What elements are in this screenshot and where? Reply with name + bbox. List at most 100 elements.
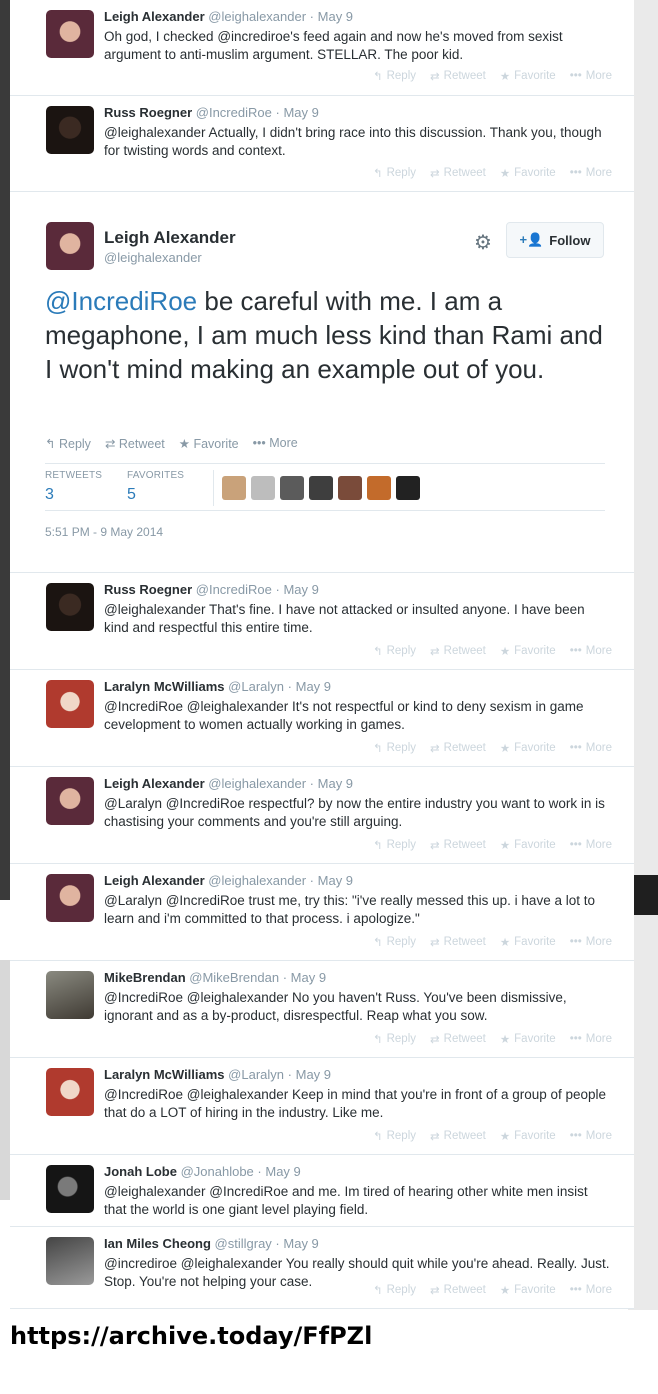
favorite-action[interactable]: ★ Favorite xyxy=(500,838,556,852)
avatar[interactable] xyxy=(46,680,94,728)
reply-action[interactable]: ↰ Reply xyxy=(373,644,416,658)
favorite-action[interactable]: ★ Favorite xyxy=(500,1129,556,1143)
favoriter-avatar[interactable] xyxy=(251,476,275,500)
favorite-action[interactable]: ★ Favorite xyxy=(500,1283,556,1297)
avatar[interactable] xyxy=(46,971,94,1019)
reply-action[interactable]: ↰ Reply xyxy=(373,1032,416,1046)
favorite-action[interactable]: ★ Favorite xyxy=(500,1032,556,1046)
tweet-author-name[interactable]: Russ Roegner xyxy=(104,105,192,120)
favorite-action[interactable]: ★ Favorite xyxy=(500,166,556,180)
more-action[interactable]: ••• More xyxy=(570,69,612,83)
more-action[interactable]: ••• More xyxy=(570,644,612,658)
reply-action[interactable]: ↰ Reply xyxy=(373,741,416,755)
retweet-action[interactable]: ⇄ Retweet xyxy=(430,1032,486,1046)
tweet-date[interactable]: May 9 xyxy=(265,1164,300,1179)
main-author-handle[interactable]: @leighalexander xyxy=(104,250,202,265)
avatar[interactable] xyxy=(46,1237,94,1285)
main-author-name[interactable]: Leigh Alexander xyxy=(104,228,236,248)
favoriter-avatar[interactable] xyxy=(396,476,420,500)
retweet-action[interactable]: ⇄ Retweet xyxy=(430,838,486,852)
more-action[interactable]: ••• More xyxy=(570,741,612,755)
favoriter-avatar[interactable] xyxy=(367,476,391,500)
gear-icon[interactable]: ⚙ xyxy=(474,230,492,255)
retweet-action[interactable]: ⇄ Retweet xyxy=(430,69,486,83)
avatar[interactable] xyxy=(46,874,94,922)
reply-action[interactable]: ↰ Reply xyxy=(45,436,91,451)
avatar[interactable] xyxy=(46,777,94,825)
more-action[interactable]: ••• More xyxy=(570,1129,612,1143)
tweet-item[interactable]: MikeBrendan @MikeBrendan · May 9 @Incred… xyxy=(10,961,634,1058)
follow-button[interactable]: +👤 Follow xyxy=(506,222,604,258)
tweet-item[interactable]: Jonah Lobe @Jonahlobe · May 9 @leighalex… xyxy=(10,1155,634,1227)
reply-action[interactable]: ↰ Reply xyxy=(373,69,416,83)
retweets-stat[interactable]: RETWEETS 3 xyxy=(45,470,102,504)
tweet-date[interactable]: May 9 xyxy=(318,9,353,24)
favorite-action[interactable]: ★ Favorite xyxy=(500,69,556,83)
tweet-item[interactable]: Leigh Alexander @leighalexander · May 9 … xyxy=(10,767,634,864)
tweet-item[interactable]: Ian Miles Cheong @stillgray · May 9 @inc… xyxy=(10,1227,634,1309)
tweet-author-handle[interactable]: @leighalexander xyxy=(208,776,306,791)
retweet-action[interactable]: ⇄ Retweet xyxy=(430,1129,486,1143)
tweet-item[interactable]: Russ Roegner @IncrediRoe · May 9 @leigha… xyxy=(10,96,634,192)
more-action[interactable]: ••• More xyxy=(570,1032,612,1046)
avatar[interactable] xyxy=(46,222,94,270)
tweet-item[interactable]: Leigh Alexander @leighalexander · May 9 … xyxy=(10,0,634,96)
favoriter-avatar[interactable] xyxy=(222,476,246,500)
retweet-action[interactable]: ⇄ Retweet xyxy=(430,1283,486,1297)
more-action[interactable]: ••• More xyxy=(570,166,612,180)
avatar[interactable] xyxy=(46,106,94,154)
tweet-author-name[interactable]: Jonah Lobe xyxy=(104,1164,177,1179)
mention-link[interactable]: @IncrediRoe xyxy=(45,286,197,316)
tweet-author-handle[interactable]: @leighalexander xyxy=(208,873,306,888)
favorite-action[interactable]: ★ Favorite xyxy=(500,741,556,755)
tweet-item[interactable]: Laralyn McWilliams @Laralyn · May 9 @Inc… xyxy=(10,670,634,767)
tweet-date[interactable]: May 9 xyxy=(318,776,353,791)
tweet-date[interactable]: May 9 xyxy=(291,970,326,985)
reply-action[interactable]: ↰ Reply xyxy=(373,838,416,852)
tweet-date[interactable]: May 9 xyxy=(296,679,331,694)
favorite-action[interactable]: ★ Favorite xyxy=(500,935,556,949)
tweet-date[interactable]: May 9 xyxy=(296,1067,331,1082)
main-tweet-timestamp[interactable]: 5:51 PM - 9 May 2014 xyxy=(45,525,163,539)
favoriter-avatar[interactable] xyxy=(338,476,362,500)
more-action[interactable]: ••• More xyxy=(570,935,612,949)
favoriter-avatar[interactable] xyxy=(280,476,304,500)
tweet-author-name[interactable]: Leigh Alexander xyxy=(104,9,205,24)
tweet-author-name[interactable]: Ian Miles Cheong xyxy=(104,1236,211,1251)
tweet-date[interactable]: May 9 xyxy=(283,105,318,120)
tweet-author-handle[interactable]: @stillgray xyxy=(215,1236,272,1251)
retweet-action[interactable]: ⇄ Retweet xyxy=(430,644,486,658)
reply-action[interactable]: ↰ Reply xyxy=(373,935,416,949)
favorite-action[interactable]: ★ Favorite xyxy=(500,644,556,658)
tweet-author-handle[interactable]: @Laralyn xyxy=(228,679,284,694)
tweet-author-name[interactable]: Leigh Alexander xyxy=(104,873,205,888)
avatar[interactable] xyxy=(46,583,94,631)
reply-action[interactable]: ↰ Reply xyxy=(373,1283,416,1297)
avatar[interactable] xyxy=(46,1068,94,1116)
tweet-author-handle[interactable]: @IncrediRoe xyxy=(196,105,272,120)
reply-action[interactable]: ↰ Reply xyxy=(373,166,416,180)
retweet-action[interactable]: ⇄ Retweet xyxy=(105,436,165,451)
retweet-action[interactable]: ⇄ Retweet xyxy=(430,741,486,755)
tweet-author-name[interactable]: Leigh Alexander xyxy=(104,776,205,791)
tweet-date[interactable]: May 9 xyxy=(283,582,318,597)
more-action[interactable]: ••• More xyxy=(570,1283,612,1297)
reply-action[interactable]: ↰ Reply xyxy=(373,1129,416,1143)
retweet-action[interactable]: ⇄ Retweet xyxy=(430,935,486,949)
favoriter-avatar[interactable] xyxy=(309,476,333,500)
tweet-author-handle[interactable]: @Laralyn xyxy=(228,1067,284,1082)
retweet-action[interactable]: ⇄ Retweet xyxy=(430,166,486,180)
tweet-date[interactable]: May 9 xyxy=(283,1236,318,1251)
favorites-stat[interactable]: FAVORITES 5 xyxy=(127,470,184,504)
more-action[interactable]: ••• More xyxy=(570,838,612,852)
avatar[interactable] xyxy=(46,10,94,58)
tweet-author-handle[interactable]: @Jonahlobe xyxy=(181,1164,254,1179)
tweet-author-handle[interactable]: @IncrediRoe xyxy=(196,582,272,597)
tweet-author-handle[interactable]: @MikeBrendan xyxy=(189,970,279,985)
tweet-author-name[interactable]: Laralyn McWilliams xyxy=(104,679,225,694)
more-action[interactable]: ••• More xyxy=(253,436,298,451)
tweet-date[interactable]: May 9 xyxy=(318,873,353,888)
tweet-item[interactable]: Laralyn McWilliams @Laralyn · May 9 @Inc… xyxy=(10,1058,634,1155)
tweet-author-name[interactable]: Laralyn McWilliams xyxy=(104,1067,225,1082)
tweet-author-name[interactable]: MikeBrendan xyxy=(104,970,186,985)
